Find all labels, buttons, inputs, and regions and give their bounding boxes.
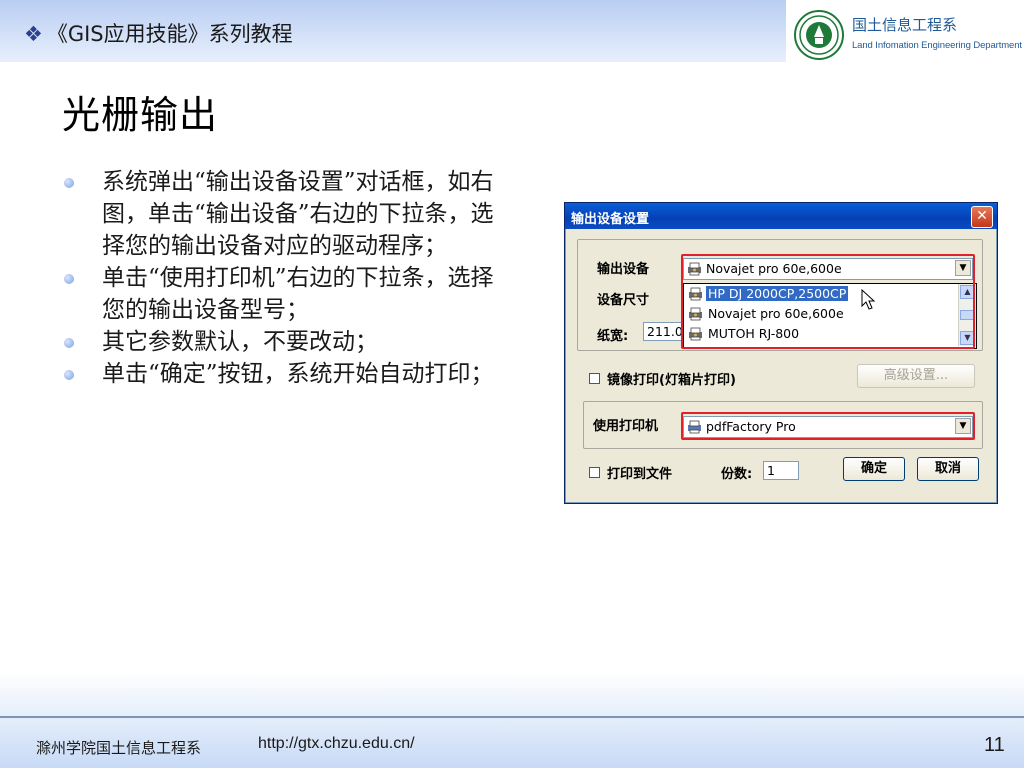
- output-device-label: 输出设备: [597, 262, 650, 277]
- bullet-text: 系统弹出“输出设备设置”对话框，如右图，单击“输出设备”右边的下拉条，选择您的输…: [102, 169, 494, 259]
- list-item: 系统弹出“输出设备设置”对话框，如右图，单击“输出设备”右边的下拉条，选择您的输…: [64, 166, 504, 262]
- bullet-dot-icon: [64, 338, 74, 348]
- footer-org: 滁州学院国土信息工程系: [36, 739, 202, 757]
- list-item: 单击“使用打印机”右边的下拉条，选择您的输出设备型号；: [64, 262, 504, 326]
- cancel-button[interactable]: 取消: [917, 457, 979, 481]
- dialog-titlebar[interactable]: 输出设备设置 ✕: [565, 203, 997, 229]
- copies-field[interactable]: 1: [763, 461, 799, 480]
- series-title-text: 《GIS应用技能》系列教程: [46, 22, 293, 46]
- dialog-title: 输出设备设置: [571, 212, 650, 227]
- print-to-file-label: 打印到文件: [607, 467, 673, 482]
- advanced-settings-button[interactable]: 高级设置...: [857, 364, 975, 388]
- page-number: 11: [984, 734, 1005, 756]
- callout-highlight: [681, 412, 975, 440]
- close-button[interactable]: ✕: [971, 206, 993, 228]
- callout-highlight: [681, 254, 975, 349]
- bullet-list: 系统弹出“输出设备设置”对话框，如右图，单击“输出设备”右边的下拉条，选择您的输…: [64, 166, 504, 390]
- mirror-print-label: 镜像打印(灯箱片打印): [607, 373, 736, 388]
- paper-size-label: 设备尺寸: [597, 293, 650, 308]
- bullet-dot-icon: [64, 178, 74, 188]
- department-logo: 国土信息工程系 Land Infomation Engineering Depa…: [790, 4, 1022, 64]
- diamond-bullet-icon: ❖: [24, 22, 43, 46]
- output-device-dialog: 输出设备设置 ✕ 输出设备 Novajet pro 60e,600e ▼ 设备尺…: [564, 202, 998, 504]
- series-title: ❖ 《GIS应用技能》系列教程: [24, 18, 293, 48]
- bullet-dot-icon: [64, 274, 74, 284]
- list-item: 其它参数默认，不要改动；: [64, 326, 504, 358]
- use-printer-label: 使用打印机: [593, 419, 659, 434]
- list-item: 单击“确定”按钮，系统开始自动打印；: [64, 358, 504, 390]
- paper-width-label: 纸宽:: [597, 329, 629, 344]
- bullet-text: 单击“使用打印机”右边的下拉条，选择您的输出设备型号；: [102, 265, 494, 323]
- logo-name-en: Land Infomation Engineering Department: [852, 40, 1022, 51]
- bullet-dot-icon: [64, 370, 74, 380]
- footer-url[interactable]: http://gtx.chzu.edu.cn/: [258, 735, 415, 753]
- ok-button[interactable]: 确定: [843, 457, 905, 481]
- university-seal-icon: [794, 10, 844, 60]
- logo-name-cn: 国土信息工程系: [852, 16, 958, 34]
- slide-title: 光栅输出: [62, 93, 219, 137]
- mirror-print-checkbox[interactable]: [589, 373, 600, 384]
- header-band: ❖ 《GIS应用技能》系列教程: [0, 0, 786, 62]
- print-to-file-checkbox[interactable]: [589, 467, 600, 478]
- bullet-text: 其它参数默认，不要改动；: [102, 329, 378, 355]
- footer-divider: [0, 716, 1024, 718]
- bullet-text: 单击“确定”按钮，系统开始自动打印；: [102, 361, 494, 387]
- copies-label: 份数:: [721, 467, 753, 482]
